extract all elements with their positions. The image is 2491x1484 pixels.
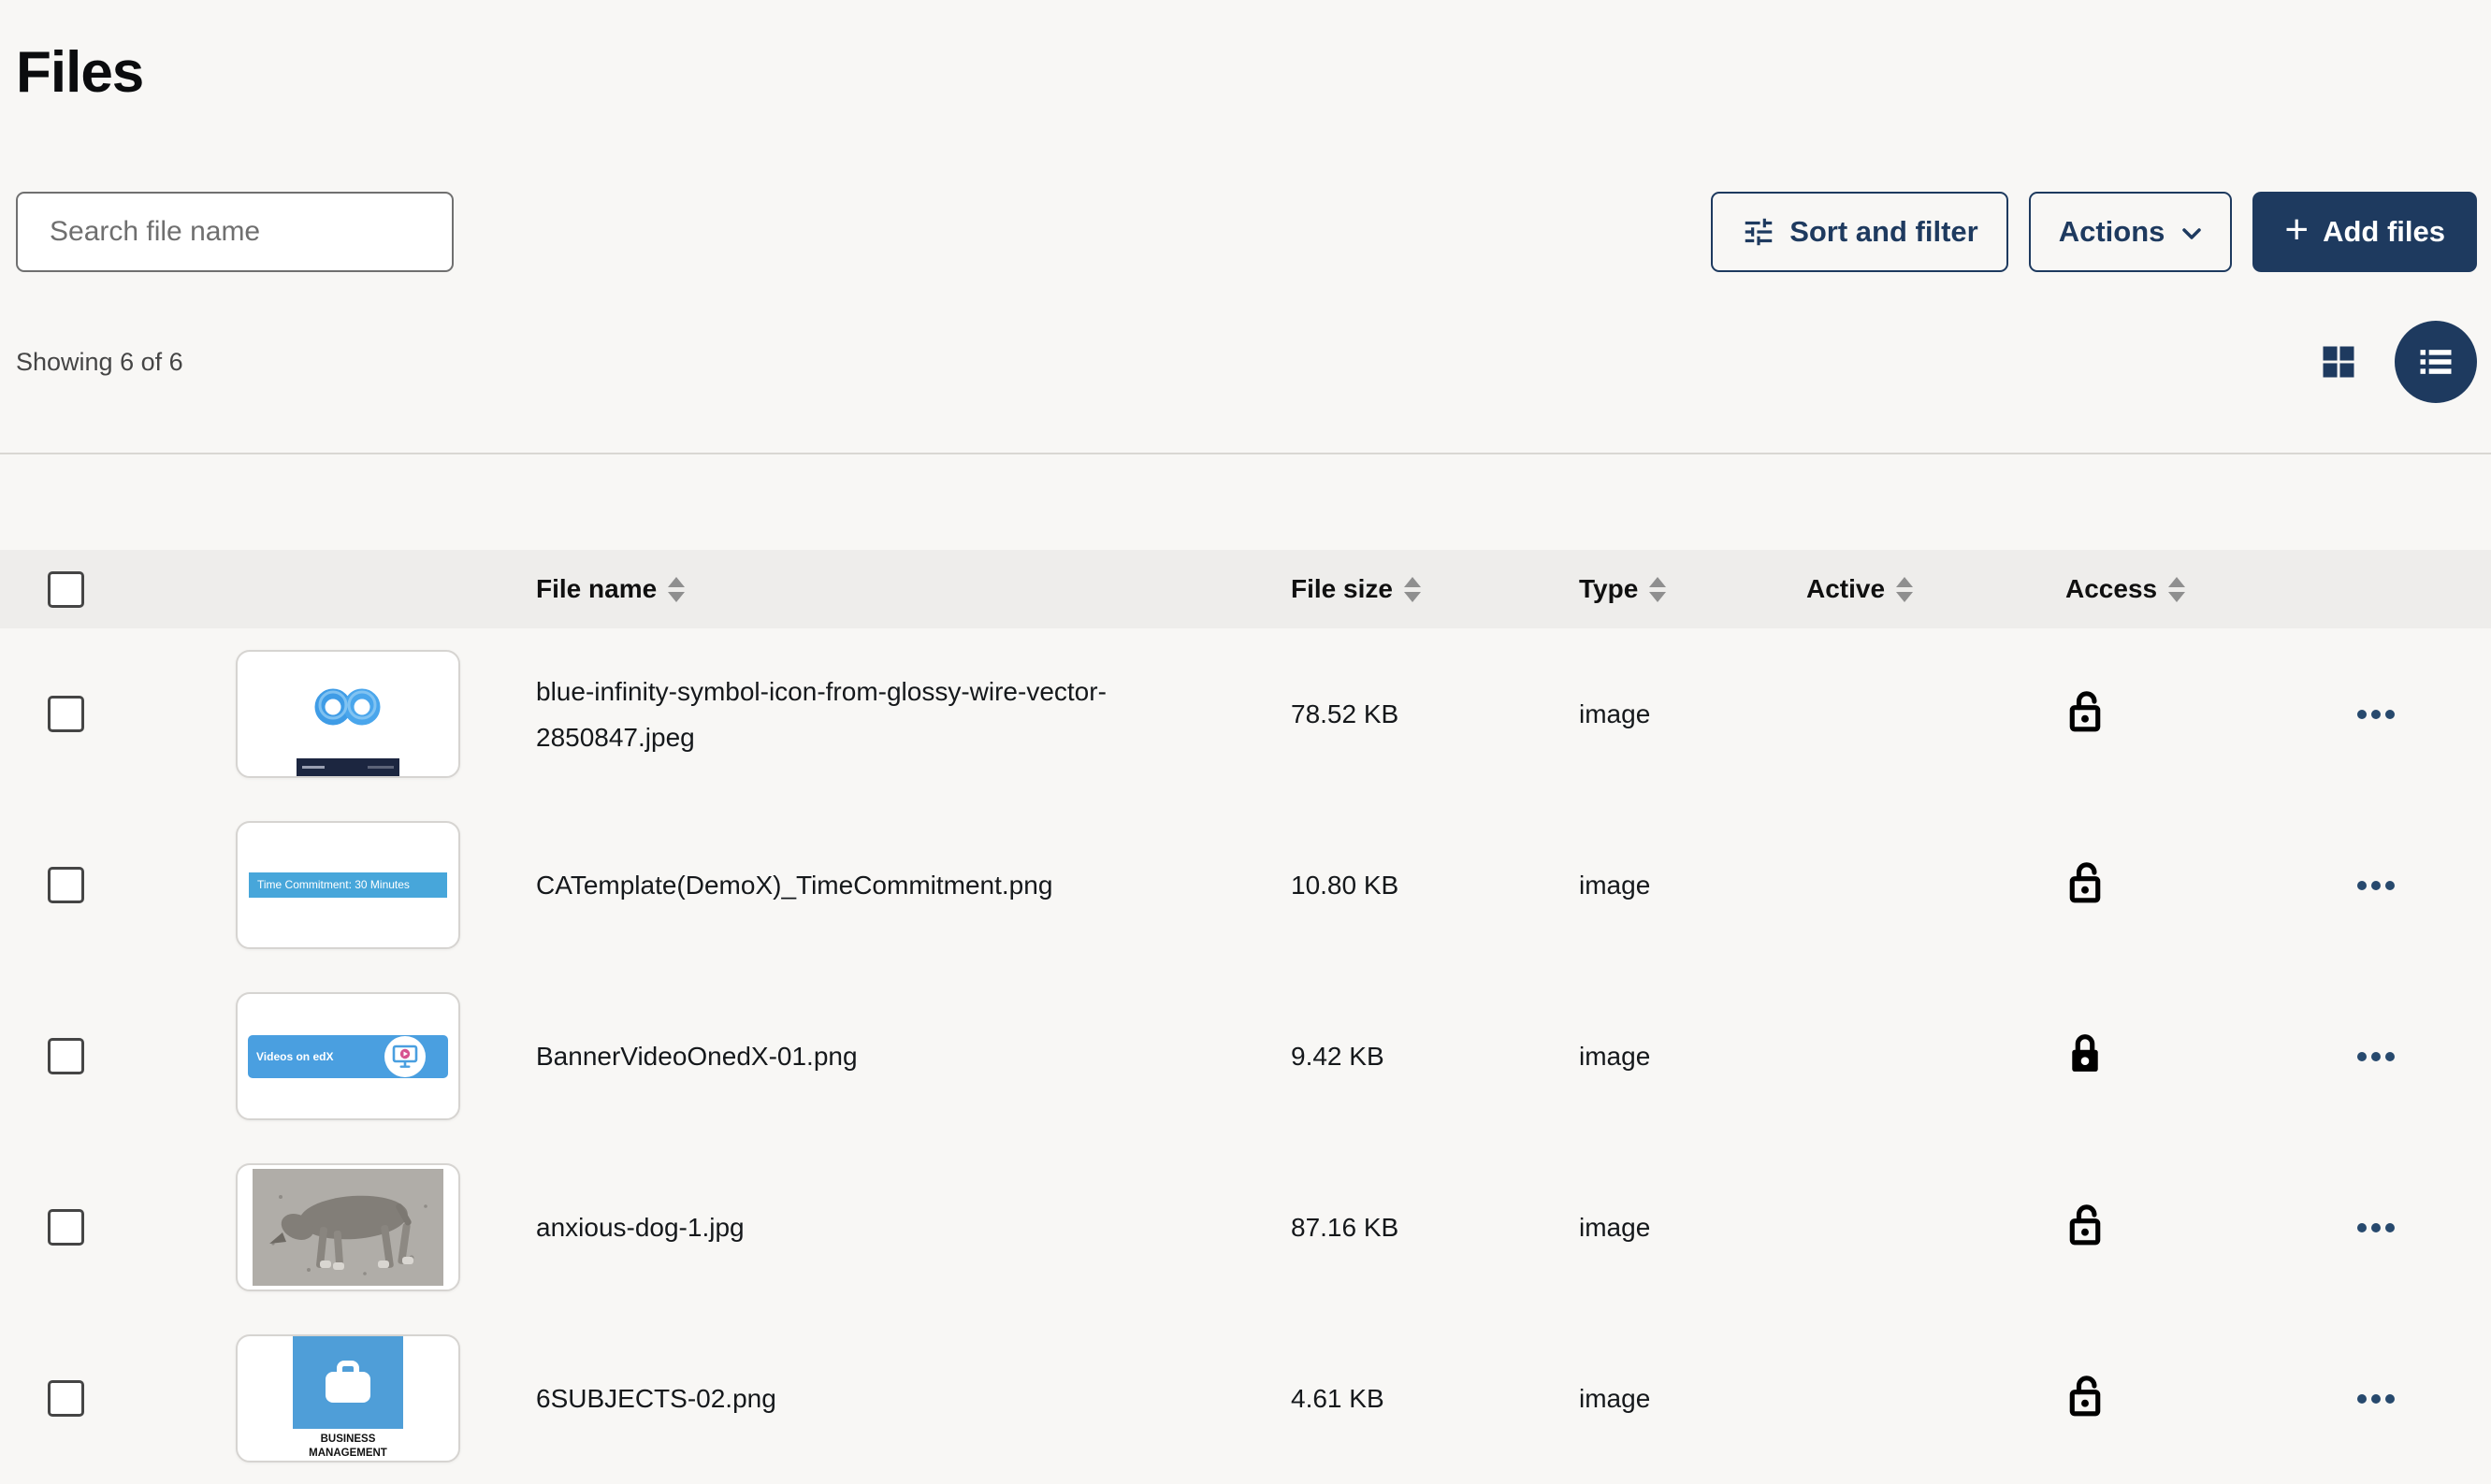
- plus-icon: +: [2284, 209, 2309, 251]
- table-row: anxious-dog-1.jpg 87.16 KB image: [0, 1142, 2491, 1313]
- toolbar-buttons: Sort and filter Actions + Add files: [1711, 192, 2477, 272]
- search-input[interactable]: [16, 192, 454, 272]
- column-header-active[interactable]: Active: [1806, 574, 2058, 604]
- file-type: image: [1579, 871, 1650, 900]
- thumbnail-banner-text: Time Commitment: 30 Minutes: [249, 872, 447, 898]
- briefcase-icon: [293, 1334, 403, 1429]
- file-thumbnail-videos-banner: Videos on edX: [236, 992, 460, 1120]
- unlock-icon[interactable]: [2065, 1203, 2105, 1247]
- table-row: Videos on edX BannerVideoOnedX-01.png 9.…: [0, 971, 2491, 1142]
- row-checkbox[interactable]: [48, 1380, 84, 1417]
- file-thumbnail-dog-photo: [236, 1163, 460, 1291]
- file-size: 10.80 KB: [1291, 871, 1398, 900]
- file-size: 78.52 KB: [1291, 699, 1398, 728]
- file-name: BannerVideoOnedX-01.png: [536, 1042, 858, 1071]
- row-checkbox[interactable]: [48, 1209, 84, 1246]
- thumbnail-caption-line: BUSINESS: [309, 1433, 387, 1447]
- table-row: Time Commitment: 30 Minutes CATemplate(D…: [0, 800, 2491, 971]
- view-toggles: [2316, 321, 2477, 403]
- row-menu-ellipsis-icon[interactable]: [2357, 1385, 2491, 1413]
- row-checkbox[interactable]: [48, 696, 84, 732]
- tune-sliders-icon: [1741, 214, 1776, 250]
- summary-row: Showing 6 of 6: [16, 320, 2477, 404]
- grid-squares-icon: [2318, 341, 2359, 382]
- actions-label: Actions: [2059, 215, 2165, 249]
- column-header-access[interactable]: Access: [2065, 574, 2357, 604]
- page-title: Files: [16, 39, 143, 106]
- row-menu-ellipsis-icon[interactable]: [2357, 700, 2491, 728]
- thumbnail-footer-bar: [297, 758, 399, 776]
- sort-and-filter-button[interactable]: Sort and filter: [1711, 192, 2008, 272]
- lock-icon[interactable]: [2065, 1031, 2105, 1076]
- unlock-icon[interactable]: [2065, 1374, 2105, 1419]
- video-monitor-icon: [384, 1036, 426, 1077]
- file-size: 9.42 KB: [1291, 1042, 1384, 1071]
- file-name: 6SUBJECTS-02.png: [536, 1384, 776, 1413]
- file-thumbnail-business-management: BUSINESS MANAGEMENT: [236, 1334, 460, 1462]
- actions-button[interactable]: Actions: [2029, 192, 2233, 272]
- thumbnail-caption-line: MANAGEMENT: [309, 1447, 387, 1461]
- sort-arrows-icon: [1404, 577, 1421, 602]
- table-header-row: File name File size Type Active Acce: [0, 550, 2491, 628]
- showing-count: Showing 6 of 6: [16, 348, 183, 377]
- add-files-label: Add files: [2323, 215, 2445, 249]
- file-name: CATemplate(DemoX)_TimeCommitment.png: [536, 871, 1052, 900]
- column-header-file-name[interactable]: File name: [536, 574, 1225, 604]
- row-menu-ellipsis-icon[interactable]: [2357, 872, 2491, 900]
- section-divider: [0, 453, 2491, 454]
- file-type: image: [1579, 1213, 1650, 1242]
- column-header-file-size[interactable]: File size: [1291, 574, 1579, 604]
- files-table: File name File size Type Active Acce: [0, 550, 2491, 1484]
- unlock-icon[interactable]: [2065, 689, 2105, 734]
- sort-arrows-icon: [2168, 577, 2185, 602]
- table-row: BUSINESS MANAGEMENT 6SUBJECTS-02.png 4.6…: [0, 1313, 2491, 1484]
- add-files-button[interactable]: + Add files: [2252, 192, 2477, 272]
- chevron-down-icon: [2181, 227, 2202, 240]
- table-row: blue-infinity-symbol-icon-from-glossy-wi…: [0, 628, 2491, 800]
- file-thumbnail-infinity: [236, 650, 460, 778]
- controls-row: Sort and filter Actions + Add files: [16, 192, 2477, 272]
- file-type: image: [1579, 1384, 1650, 1413]
- row-checkbox[interactable]: [48, 1038, 84, 1074]
- select-all-checkbox[interactable]: [48, 571, 84, 608]
- thumbnail-banner-text: Videos on edX: [248, 1050, 333, 1063]
- file-size: 4.61 KB: [1291, 1384, 1384, 1413]
- file-thumbnail-time-commitment: Time Commitment: 30 Minutes: [236, 821, 460, 949]
- file-type: image: [1579, 699, 1650, 728]
- file-type: image: [1579, 1042, 1650, 1071]
- file-size: 87.16 KB: [1291, 1213, 1398, 1242]
- row-menu-ellipsis-icon[interactable]: [2357, 1043, 2491, 1071]
- sort-arrows-icon: [1896, 577, 1913, 602]
- unlock-icon[interactable]: [2065, 860, 2105, 905]
- column-header-type[interactable]: Type: [1579, 574, 1806, 604]
- grid-view-button[interactable]: [2316, 339, 2361, 384]
- row-checkbox[interactable]: [48, 867, 84, 903]
- sort-arrows-icon: [1649, 577, 1666, 602]
- file-name: anxious-dog-1.jpg: [536, 1213, 745, 1242]
- list-view-button-active[interactable]: [2395, 321, 2477, 403]
- row-menu-ellipsis-icon[interactable]: [2357, 1214, 2491, 1242]
- sort-and-filter-label: Sort and filter: [1789, 215, 1978, 249]
- file-name: blue-infinity-symbol-icon-from-glossy-wi…: [536, 677, 1107, 752]
- list-lines-icon: [2415, 341, 2456, 382]
- sort-arrows-icon: [668, 577, 685, 602]
